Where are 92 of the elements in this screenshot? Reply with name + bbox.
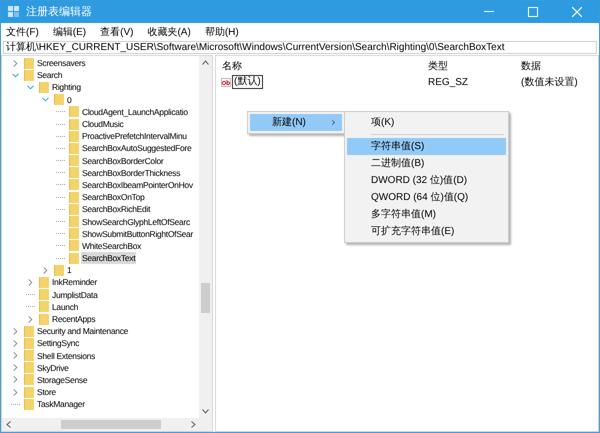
- minimize-icon: [484, 11, 494, 13]
- tree-item[interactable]: Shell Extensions: [36, 350, 96, 362]
- folder-icon: [24, 338, 34, 349]
- scroll-thumb[interactable]: [61, 420, 161, 429]
- tree-item[interactable]: Store: [36, 386, 57, 398]
- menu-item[interactable]: 查看(V): [100, 24, 134, 40]
- folder-icon: [39, 276, 49, 288]
- folder-icon: [24, 398, 34, 410]
- scroll-up-icon[interactable]: [202, 60, 209, 65]
- folder-icon: [39, 289, 49, 300]
- window-title: 注册表编辑器: [26, 4, 92, 20]
- tree-item[interactable]: SearchBoxText: [81, 252, 136, 264]
- table-cell: (数值未设置): [521, 76, 578, 88]
- tree-item[interactable]: CloudMusic: [81, 118, 124, 130]
- name-edit-field[interactable]: (默认): [232, 75, 263, 89]
- tree-item[interactable]: RecentApps: [51, 313, 96, 326]
- tree-item[interactable]: ProactivePrefetchIntervalMinu: [81, 130, 188, 142]
- menu-item[interactable]: QWORD (64 位)值(Q): [347, 189, 506, 206]
- folder-icon: [69, 142, 79, 154]
- folder-icon: [24, 350, 34, 362]
- scroll-down-icon[interactable]: [202, 409, 209, 414]
- folder-icon: [24, 386, 34, 398]
- scroll-right-icon[interactable]: [191, 421, 196, 428]
- folder-icon: [69, 118, 79, 130]
- tree-item[interactable]: SearchBoxOnTop: [81, 191, 146, 204]
- folder-icon: [54, 94, 64, 106]
- folder-icon: [69, 204, 79, 215]
- tree-item[interactable]: SearchBoxBorderThickness: [81, 166, 182, 179]
- folder-icon: [69, 106, 79, 118]
- tree-item[interactable]: 0: [66, 94, 72, 106]
- menu-item[interactable]: 可扩充字符串值(E): [347, 223, 506, 240]
- scroll-thumb[interactable]: [201, 283, 210, 313]
- folder-icon: [24, 374, 34, 386]
- close-icon: [572, 7, 582, 17]
- folder-icon: [24, 326, 34, 337]
- folder-icon: [69, 228, 79, 240]
- tree-item[interactable]: StorageSense: [36, 374, 88, 386]
- tree-item[interactable]: Launch: [51, 300, 80, 313]
- folder-icon: [24, 58, 34, 69]
- menu-item[interactable]: 新建(N): [250, 114, 342, 131]
- tree-item[interactable]: SettingSync: [36, 337, 80, 350]
- tree-item[interactable]: ShowSearchGlyphLeftOfSearc: [81, 216, 191, 228]
- tree-item[interactable]: SkyDrive: [36, 362, 70, 374]
- scroll-left-icon[interactable]: [6, 421, 11, 428]
- menu-item[interactable]: 编辑(E): [52, 24, 86, 40]
- folder-icon: [24, 70, 34, 81]
- tree-item[interactable]: Security and Maintenance: [36, 325, 130, 338]
- folder-icon: [69, 130, 79, 142]
- maximize-icon: [528, 7, 538, 17]
- string-value-icon: [221, 78, 231, 86]
- column-header[interactable]: 名称: [222, 60, 242, 72]
- menu-item[interactable]: 多字符串值(M): [347, 206, 506, 223]
- horizontal-scrollbar[interactable]: [2, 418, 212, 431]
- registry-icon: [8, 6, 20, 18]
- tree-item[interactable]: 1: [66, 264, 72, 276]
- folder-icon: [69, 155, 79, 166]
- tree-item[interactable]: ShowSubmitButtonRightOfSear: [81, 228, 194, 240]
- menu-item[interactable]: DWORD (32 位)值(D): [347, 172, 506, 189]
- tree-item[interactable]: TaskManager: [36, 398, 86, 410]
- tree-item[interactable]: SearchBoxBorderColor: [81, 154, 164, 167]
- folder-icon: [69, 179, 79, 190]
- menu-item[interactable]: 二进制值(B): [347, 155, 506, 172]
- menu-item[interactable]: 项(K): [347, 114, 506, 131]
- tree-item[interactable]: InkReminder: [51, 276, 98, 288]
- folder-icon: [54, 264, 64, 276]
- tree-item[interactable]: Search: [36, 69, 64, 82]
- tree-item[interactable]: CloudAgent_LaunchApplicatio: [81, 106, 189, 118]
- folder-icon: [69, 240, 79, 252]
- table-cell: REG_SZ: [428, 76, 468, 88]
- folder-icon: [69, 252, 79, 264]
- address-bar[interactable]: 计算机\HKEY_CURRENT_USER\Software\Microsoft\Windows\CurrentVersion\Search\Righting\0\SearchBoxText: [3, 41, 597, 54]
- folder-icon: [69, 192, 79, 203]
- column-header[interactable]: 数据: [521, 60, 541, 72]
- menu-item[interactable]: 字符串值(S): [347, 138, 506, 155]
- folder-icon: [69, 216, 79, 228]
- tree-item[interactable]: JumplistData: [51, 288, 99, 301]
- folder-icon: [39, 301, 49, 312]
- tree-item[interactable]: WhiteSearchBox: [81, 240, 142, 252]
- menu-item[interactable]: 收藏夹(A): [147, 24, 191, 40]
- menu-item[interactable]: 文件(F): [6, 24, 39, 40]
- folder-icon: [69, 167, 79, 178]
- menu-item[interactable]: 帮助(H): [204, 24, 239, 40]
- vertical-scrollbar[interactable]: [199, 56, 212, 418]
- folder-icon: [39, 314, 49, 325]
- tree-item[interactable]: Screensavers: [36, 57, 86, 70]
- folder-icon: [39, 82, 49, 93]
- column-header[interactable]: 类型: [428, 60, 448, 72]
- tree-item[interactable]: SearchBoxAutoSuggestedFore: [81, 142, 192, 154]
- folder-icon: [24, 362, 34, 374]
- tree-item[interactable]: SearchBoxIbeamPointerOnHov: [81, 178, 194, 191]
- tree-item[interactable]: Righting: [51, 81, 82, 94]
- tree-item[interactable]: SearchBoxRichEdit: [81, 203, 152, 216]
